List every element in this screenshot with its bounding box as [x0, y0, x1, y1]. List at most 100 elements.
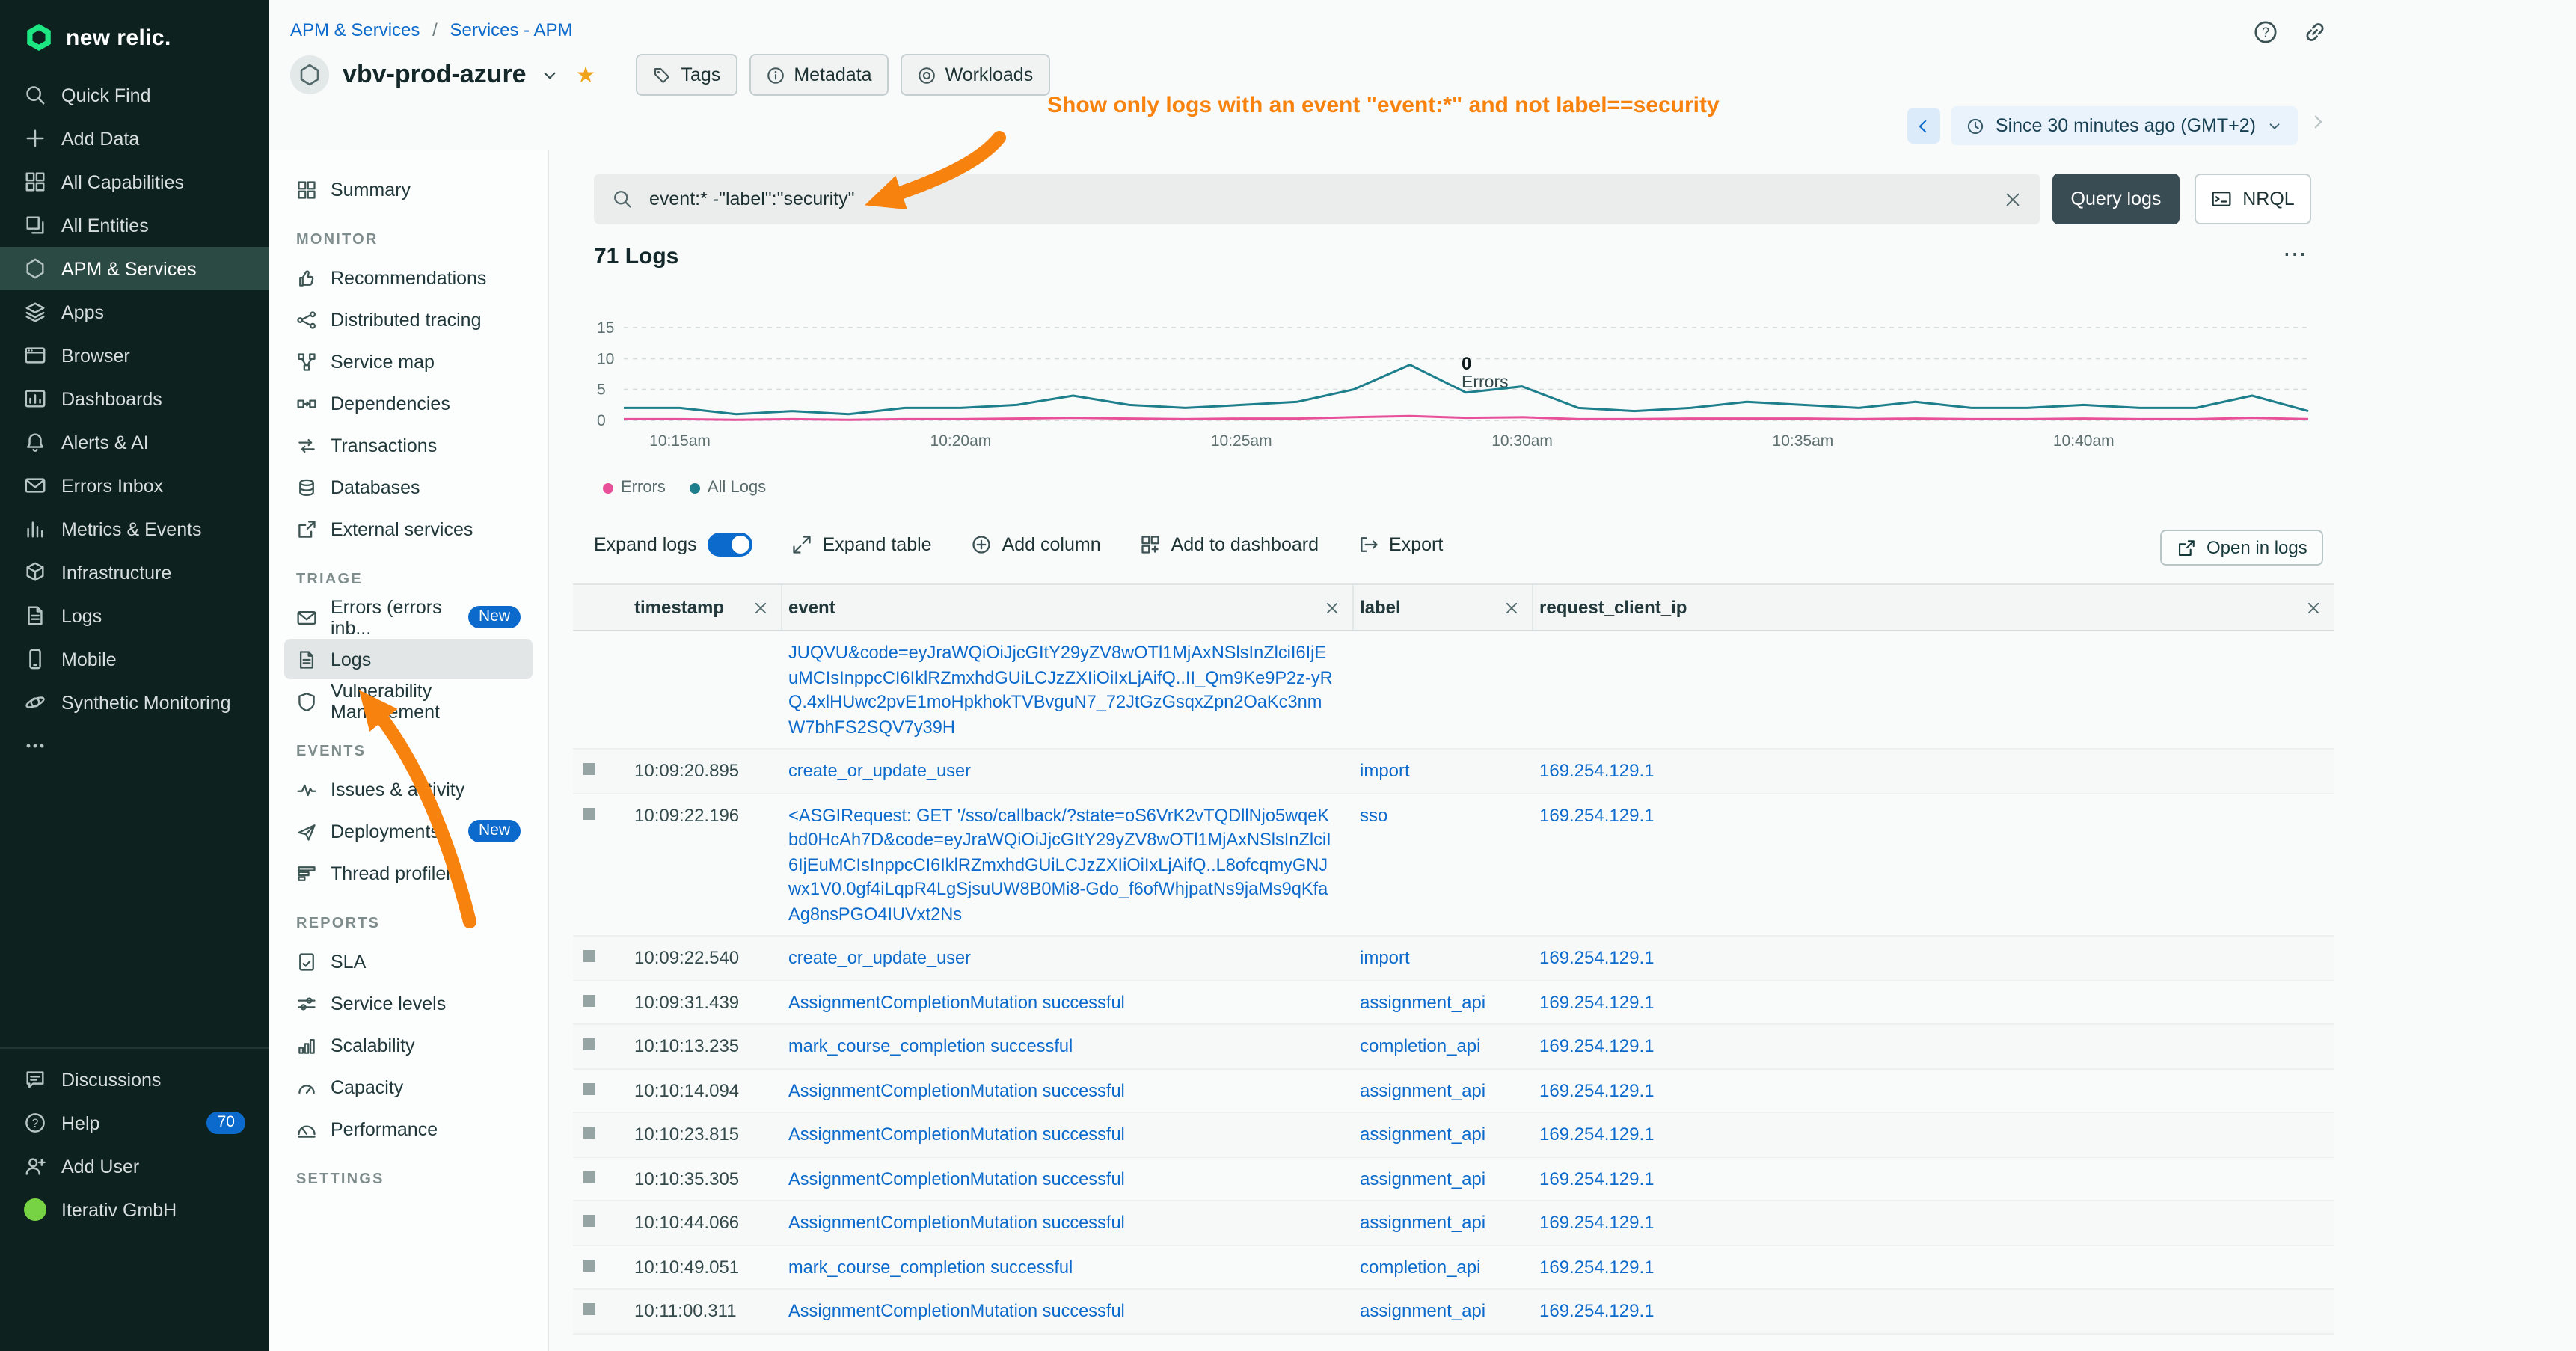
subnav-item-service-map[interactable]: Service map: [284, 341, 533, 382]
label-link[interactable]: completion_api: [1360, 1256, 1480, 1277]
subnav-item-errors-inbox[interactable]: Errors (errors inb...New: [284, 597, 533, 637]
row-checkbox[interactable]: [583, 1303, 595, 1315]
sidebar-item-errors-inbox[interactable]: Errors Inbox: [0, 464, 269, 507]
subnav-item-recommendations[interactable]: Recommendations: [284, 257, 533, 298]
label-link[interactable]: sso: [1360, 804, 1387, 825]
row-checkbox[interactable]: [583, 994, 595, 1006]
sidebar-more-item[interactable]: [0, 724, 269, 768]
legend-all-logs[interactable]: All Logs: [690, 479, 766, 497]
table-row[interactable]: 10:11:00.311 AssignmentCompletionMutatio…: [573, 1290, 2334, 1334]
export-button[interactable]: Export: [1358, 534, 1443, 555]
subnav-item-distributed-tracing[interactable]: Distributed tracing: [284, 299, 533, 340]
row-checkbox[interactable]: [583, 1215, 595, 1227]
sidebar-item-add-data[interactable]: Add Data: [0, 117, 269, 160]
table-row[interactable]: 10:09:31.439 AssignmentCompletionMutatio…: [573, 981, 2334, 1025]
subnav-item-thread-profiler[interactable]: Thread profiler: [284, 853, 533, 893]
column-label[interactable]: label: [1354, 585, 1533, 630]
event-link[interactable]: create_or_update_user: [788, 947, 971, 968]
table-row[interactable]: 10:10:49.051 mark_course_completion succ…: [573, 1246, 2334, 1290]
label-link[interactable]: assignment_api: [1360, 991, 1485, 1012]
row-checkbox[interactable]: [583, 1038, 595, 1050]
more-options-icon[interactable]: ⋯: [2283, 239, 2308, 269]
subnav-item-service-levels[interactable]: Service levels: [284, 983, 533, 1023]
table-row[interactable]: 10:09:22.196 <ASGIRequest: GET '/sso/cal…: [573, 794, 2334, 937]
event-link[interactable]: AssignmentCompletionMutation successful: [788, 991, 1125, 1012]
workloads-button[interactable]: Workloads: [901, 54, 1050, 96]
sidebar-item-alerts-ai[interactable]: Alerts & AI: [0, 420, 269, 464]
ip-link[interactable]: 169.254.129.1: [1539, 1124, 1655, 1145]
sidebar-item-all-capabilities[interactable]: All Capabilities: [0, 160, 269, 203]
sidebar-item-mobile[interactable]: Mobile: [0, 637, 269, 681]
sidebar-item-account[interactable]: Iterativ GmbH: [0, 1188, 269, 1231]
ip-link[interactable]: 169.254.129.1: [1539, 1168, 1655, 1189]
ip-link[interactable]: 169.254.129.1: [1539, 1212, 1655, 1233]
subnav-item-external-services[interactable]: External services: [284, 509, 533, 549]
log-query-input[interactable]: [646, 187, 1990, 211]
remove-column-icon[interactable]: [2305, 599, 2322, 616]
sidebar-item-apps[interactable]: Apps: [0, 290, 269, 334]
sidebar-item-metrics-events[interactable]: Metrics & Events: [0, 507, 269, 551]
ip-link[interactable]: 169.254.129.1: [1539, 760, 1655, 781]
add-to-dashboard-button[interactable]: Add to dashboard: [1140, 534, 1319, 555]
table-row[interactable]: 10:10:44.066 AssignmentCompletionMutatio…: [573, 1201, 2334, 1246]
sidebar-item-dashboards[interactable]: Dashboards: [0, 377, 269, 420]
label-link[interactable]: assignment_api: [1360, 1212, 1485, 1233]
event-link[interactable]: create_or_update_user: [788, 760, 971, 781]
ip-link[interactable]: 169.254.129.1: [1539, 1035, 1655, 1056]
column-request-client-ip[interactable]: request_client_ip: [1533, 585, 2334, 630]
table-row[interactable]: 10:09:20.895 create_or_update_user impor…: [573, 750, 2334, 794]
time-forward-button[interactable]: [2308, 112, 2328, 139]
ip-link[interactable]: 169.254.129.1: [1539, 991, 1655, 1012]
row-checkbox[interactable]: [583, 1082, 595, 1094]
row-checkbox[interactable]: [583, 763, 595, 775]
subnav-item-logs[interactable]: Logs: [284, 639, 533, 679]
column-event[interactable]: event: [782, 585, 1354, 630]
table-row[interactable]: 10:10:13.235 mark_course_completion succ…: [573, 1025, 2334, 1069]
add-column-button[interactable]: Add column: [971, 534, 1101, 555]
tags-button[interactable]: Tags: [637, 54, 737, 96]
table-row[interactable]: JUQVU&code=eyJraWQiOiJjcGItY29yZV8wOTl1M…: [573, 631, 2334, 750]
table-row[interactable]: 10:10:35.305 AssignmentCompletionMutatio…: [573, 1157, 2334, 1201]
expand-logs-toggle[interactable]: [708, 533, 752, 557]
subnav-item-transactions[interactable]: Transactions: [284, 425, 533, 465]
table-row[interactable]: 10:09:22.540 create_or_update_user impor…: [573, 937, 2334, 981]
label-link[interactable]: assignment_api: [1360, 1168, 1485, 1189]
row-checkbox[interactable]: [583, 1127, 595, 1139]
event-link[interactable]: AssignmentCompletionMutation successful: [788, 1124, 1125, 1145]
row-checkbox[interactable]: [583, 807, 595, 819]
sidebar-item-quick-find[interactable]: Quick Find: [0, 73, 269, 117]
help-circle-icon[interactable]: [2253, 19, 2278, 45]
time-back-button[interactable]: [1907, 108, 1940, 144]
row-checkbox[interactable]: [583, 950, 595, 962]
ip-link[interactable]: 169.254.129.1: [1539, 1079, 1655, 1100]
row-checkbox[interactable]: [583, 1259, 595, 1271]
row-checkbox[interactable]: [583, 1171, 595, 1183]
label-link[interactable]: assignment_api: [1360, 1124, 1485, 1145]
subnav-item-deployments[interactable]: DeploymentsNew: [284, 811, 533, 851]
logo[interactable]: new relic.: [0, 0, 269, 73]
time-picker[interactable]: Since 30 minutes ago (GMT+2): [1951, 106, 2298, 145]
event-link[interactable]: AssignmentCompletionMutation successful: [788, 1212, 1125, 1233]
subnav-item-databases[interactable]: Databases: [284, 467, 533, 507]
event-link[interactable]: AssignmentCompletionMutation successful: [788, 1079, 1125, 1100]
sidebar-item-all-entities[interactable]: All Entities: [0, 203, 269, 247]
label-link[interactable]: assignment_api: [1360, 1300, 1485, 1321]
expand-table-button[interactable]: Expand table: [791, 534, 932, 555]
table-row[interactable]: 10:10:14.094 AssignmentCompletionMutatio…: [573, 1069, 2334, 1113]
breadcrumb-apm-services[interactable]: APM & Services: [290, 19, 420, 40]
favorite-star-icon[interactable]: ★: [576, 61, 596, 88]
sidebar-item-browser[interactable]: Browser: [0, 334, 269, 377]
event-link[interactable]: AssignmentCompletionMutation successful: [788, 1168, 1125, 1189]
subnav-item-performance[interactable]: Performance: [284, 1109, 533, 1149]
ip-link[interactable]: 169.254.129.1: [1539, 804, 1655, 825]
sidebar-item-discussions[interactable]: Discussions: [0, 1058, 269, 1101]
sidebar-item-synthetic-monitoring[interactable]: Synthetic Monitoring: [0, 681, 269, 724]
label-link[interactable]: import: [1360, 947, 1410, 968]
ip-link[interactable]: 169.254.129.1: [1539, 1256, 1655, 1277]
ip-link[interactable]: 169.254.129.1: [1539, 1300, 1655, 1321]
metadata-button[interactable]: Metadata: [749, 54, 888, 96]
remove-column-icon[interactable]: [1503, 599, 1520, 616]
subnav-item-issues-activity[interactable]: Issues & activity: [284, 769, 533, 809]
logs-timeseries-chart[interactable]: 05101510:15am10:20am10:25am10:30am10:35a…: [594, 304, 2314, 453]
ip-link[interactable]: 169.254.129.1: [1539, 947, 1655, 968]
